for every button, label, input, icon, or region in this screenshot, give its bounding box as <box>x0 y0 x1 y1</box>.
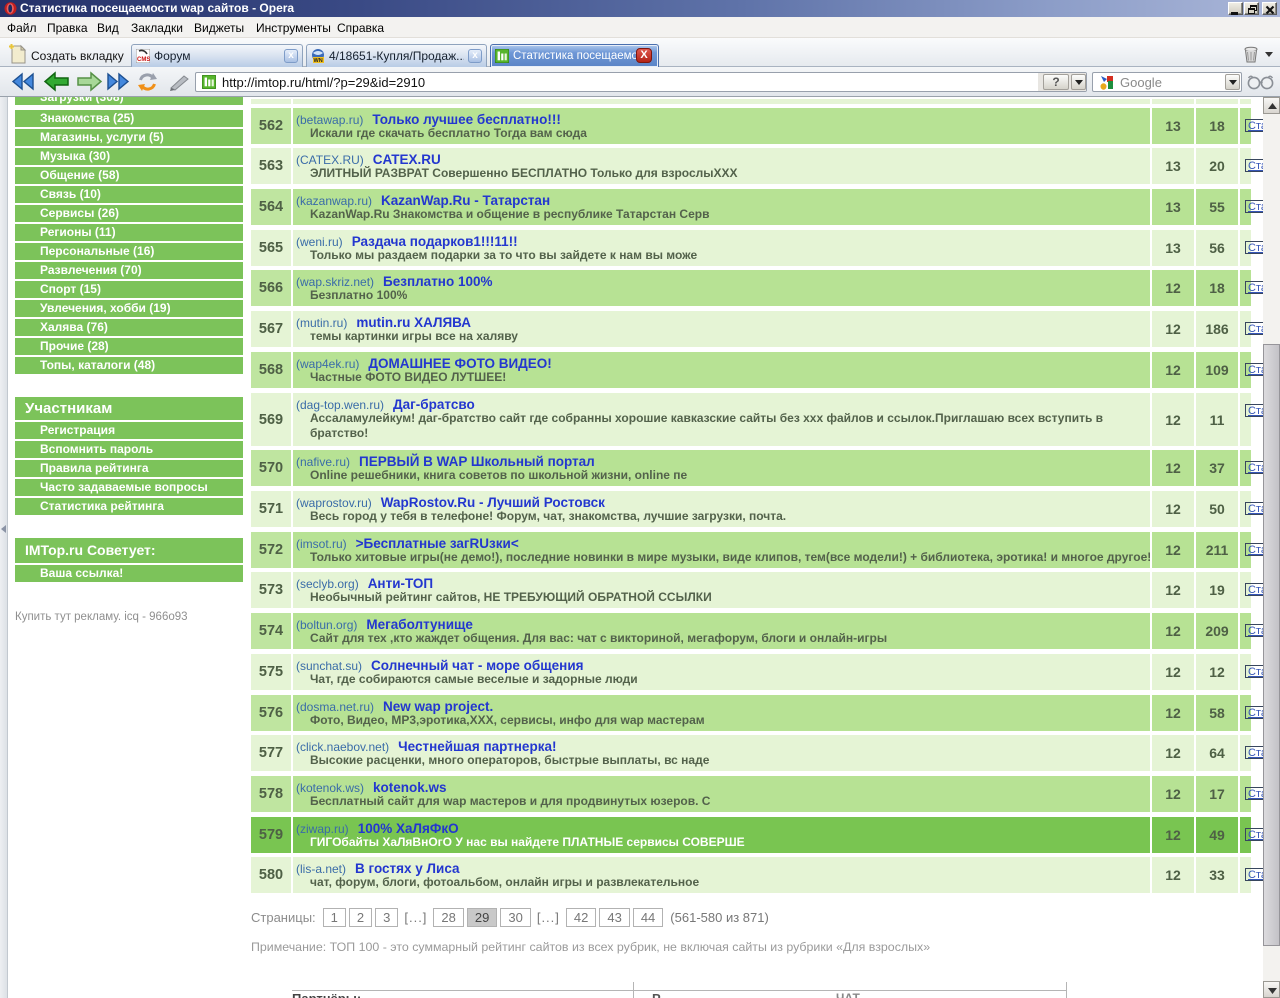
svg-text:WN: WN <box>314 58 323 63</box>
svg-text:CMS: CMS <box>137 57 150 63</box>
